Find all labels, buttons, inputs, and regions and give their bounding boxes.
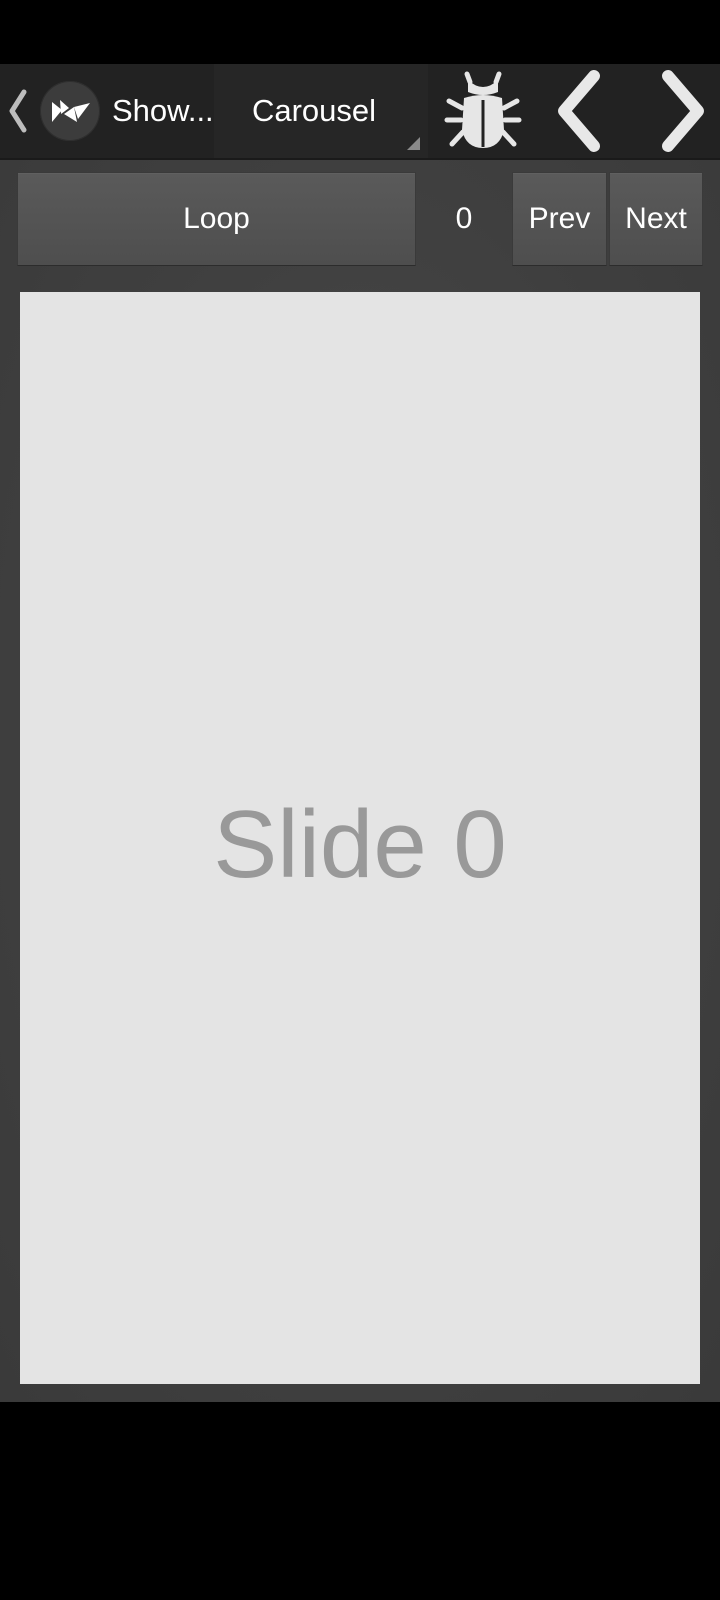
- app-icon[interactable]: [40, 81, 100, 141]
- slide-label: Slide 0: [213, 791, 507, 898]
- kivy-logo-icon: [52, 100, 90, 122]
- prev-button[interactable]: Prev: [512, 172, 607, 266]
- spinner-selected-label: Carousel: [251, 93, 377, 128]
- loop-button[interactable]: Loop: [17, 172, 416, 266]
- next-button[interactable]: Next: [609, 172, 703, 266]
- next-arrow-icon[interactable]: [636, 68, 720, 154]
- chevron-left-icon[interactable]: [4, 86, 30, 136]
- action-bar: Show... Carousel: [0, 64, 720, 160]
- bug-icon[interactable]: [440, 68, 526, 154]
- app-title[interactable]: Show...: [112, 64, 214, 158]
- carousel-slide[interactable]: Slide 0: [20, 292, 700, 1384]
- page-spinner[interactable]: Carousel: [214, 64, 428, 158]
- prev-arrow-icon[interactable]: [540, 68, 626, 154]
- carousel-toolbar: Loop 0 Prev Next: [0, 172, 720, 268]
- navigation-bar-area: [0, 1402, 720, 1600]
- spinner-dropdown-icon: [407, 137, 420, 150]
- slide-index-label: 0: [455, 202, 473, 235]
- status-bar: [0, 0, 720, 64]
- app-window: Show... Carousel Loop 0 Prev Next Slide …: [0, 64, 720, 1402]
